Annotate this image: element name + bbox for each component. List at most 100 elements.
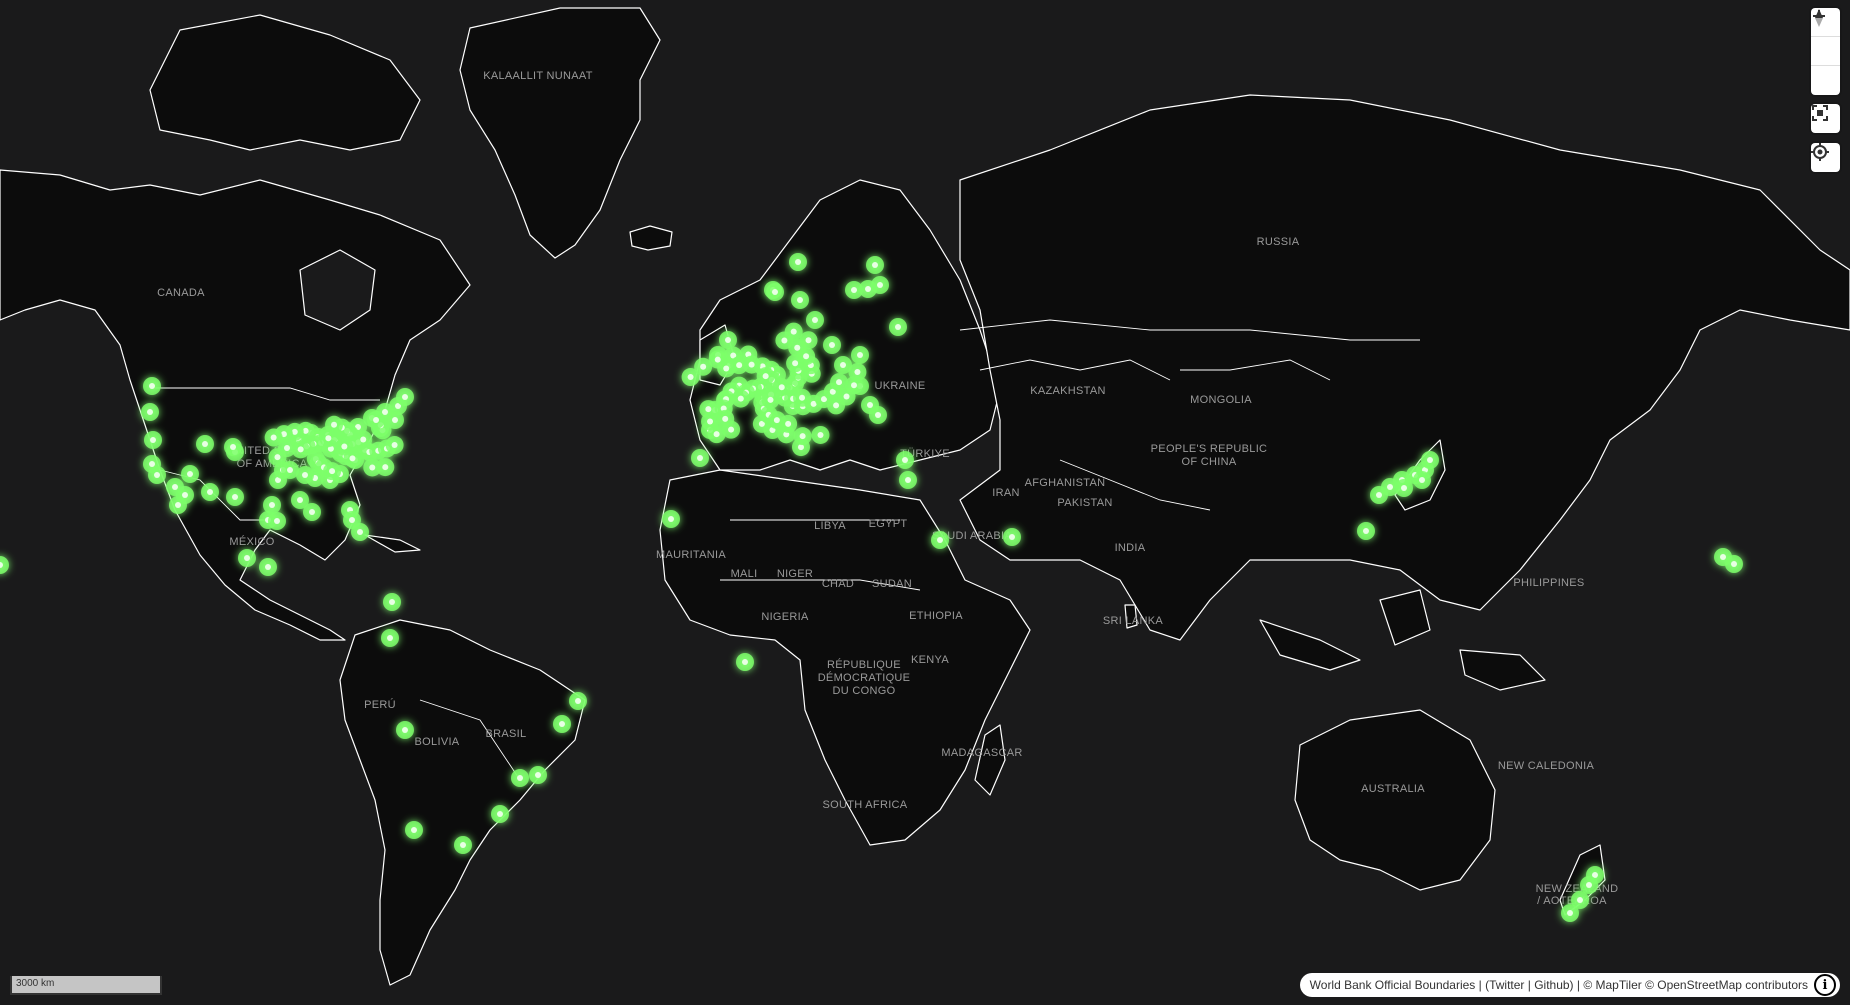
- heat-point-core: [382, 464, 389, 471]
- heat-point-core: [172, 484, 178, 490]
- heat-point-core: [270, 434, 277, 441]
- heat-point-core: [302, 472, 308, 478]
- heat-point-core: [287, 467, 293, 473]
- info-icon[interactable]: i: [1814, 974, 1836, 996]
- heat-point-core: [182, 492, 188, 498]
- fullscreen-control: [1811, 104, 1840, 133]
- heat-point-core: [705, 406, 712, 413]
- heat-point-core: [722, 415, 729, 422]
- heat-point-core: [697, 455, 703, 461]
- label-peru: PERÚ: [364, 698, 396, 711]
- heat-point-core: [792, 360, 799, 367]
- heat-point-core: [840, 362, 846, 368]
- heat-point-core: [795, 259, 801, 265]
- heat-point-core: [349, 517, 355, 523]
- label-ukraine: UKRAINE: [875, 380, 926, 392]
- label-mexico: MÉXICO: [229, 535, 274, 548]
- heat-point-core: [714, 356, 721, 363]
- heat-point-core: [175, 502, 181, 508]
- heat-point-core: [762, 373, 769, 380]
- label-nigeria: NIGERIA: [761, 611, 809, 623]
- heat-point-core: [850, 382, 857, 389]
- heat-point-core: [797, 297, 803, 303]
- heat-point-core: [742, 659, 748, 665]
- heat-point-core: [1427, 457, 1433, 463]
- heat-point-core: [854, 369, 861, 376]
- label-niger: NIGER: [777, 568, 813, 580]
- label-canada: CANADA: [157, 287, 205, 299]
- heat-point-core: [857, 352, 863, 358]
- heat-point-core: [329, 468, 336, 475]
- heat-point-core: [803, 353, 810, 360]
- label-chad: CHAD: [822, 578, 854, 590]
- label-china-2: OF CHINA: [1182, 456, 1237, 468]
- heat-point-core: [836, 379, 843, 386]
- heat-point-core: [389, 599, 395, 605]
- heat-point-core: [1567, 910, 1573, 916]
- label-mali: MALI: [731, 568, 758, 580]
- heat-point-core: [737, 395, 744, 402]
- heat-point-core: [778, 384, 785, 391]
- heat-point-core: [232, 494, 238, 500]
- label-drc-2: DÉMOCRATIQUE: [818, 671, 911, 684]
- geolocate-control: [1811, 143, 1840, 172]
- heat-point-core: [1363, 528, 1369, 534]
- heat-point-core: [877, 282, 883, 288]
- heat-point-core: [937, 537, 943, 543]
- label-drc-1: RÉPUBLIQUE: [827, 658, 901, 671]
- heat-point-core: [1720, 554, 1726, 560]
- heat-point-core: [799, 433, 806, 440]
- heat-point-core: [707, 418, 714, 425]
- heat-point-core: [325, 435, 332, 442]
- heat-point-core: [713, 431, 720, 438]
- heat-point-core: [725, 337, 731, 343]
- reset-bearing-button[interactable]: [1811, 9, 1840, 95]
- heat-point-core: [728, 426, 735, 433]
- heat-point-core: [905, 477, 911, 483]
- label-bolivia: BOLIVIA: [415, 736, 460, 748]
- heat-point-core: [829, 342, 835, 348]
- label-drc-3: DU CONGO: [833, 685, 896, 697]
- zoom-out-button[interactable]: [1811, 15, 1840, 66]
- fullscreen-button[interactable]: [1811, 104, 1840, 133]
- heat-point-core: [875, 412, 881, 418]
- compass-icon: [1815, 9, 1823, 27]
- geolocate-button[interactable]: [1811, 143, 1840, 172]
- heat-point-core: [154, 472, 160, 478]
- heat-point-core: [867, 402, 873, 408]
- heat-point-core: [1731, 561, 1737, 567]
- map-canvas[interactable]: KALAALLIT NUNAAT CANADA RUSSIA KAZAKHSTA…: [0, 0, 1850, 1005]
- heat-point-core: [274, 518, 280, 524]
- heat-point-core: [357, 529, 363, 535]
- label-russia: RUSSIA: [1257, 236, 1300, 248]
- heat-point-core: [785, 420, 792, 427]
- label-ethiopia: ETHIOPIA: [909, 610, 963, 622]
- heat-point-core: [517, 775, 523, 781]
- label-sudan: SUDAN: [872, 578, 912, 590]
- heat-point-core: [812, 317, 818, 323]
- heat-point-core: [149, 383, 155, 389]
- heat-point-core: [559, 721, 565, 727]
- heat-point-core: [575, 698, 581, 704]
- label-afghanistan: AFGHANISTAN: [1025, 477, 1106, 489]
- heat-point-core: [297, 497, 303, 503]
- heat-point-core: [772, 289, 778, 295]
- label-brasil: BRASIL: [486, 728, 527, 740]
- heat-point-core: [773, 417, 780, 424]
- heat-point-core: [902, 457, 908, 463]
- heat-point-core: [369, 464, 376, 471]
- label-india: INDIA: [1115, 542, 1146, 554]
- heat-point-core: [1387, 484, 1393, 490]
- heat-point-core: [265, 564, 271, 570]
- heat-point-core: [851, 287, 857, 293]
- heat-point-core: [817, 431, 824, 438]
- heat-point-core: [147, 409, 153, 415]
- heat-point-core: [331, 421, 338, 428]
- heat-point-core: [794, 344, 801, 351]
- heat-point-core: [244, 555, 250, 561]
- heat-point-core: [297, 446, 304, 453]
- label-egypt: EGYPT: [869, 518, 908, 530]
- label-kenya: KENYA: [911, 654, 949, 666]
- label-south-africa: SOUTH AFRICA: [823, 799, 908, 811]
- heat-point-core: [872, 262, 878, 268]
